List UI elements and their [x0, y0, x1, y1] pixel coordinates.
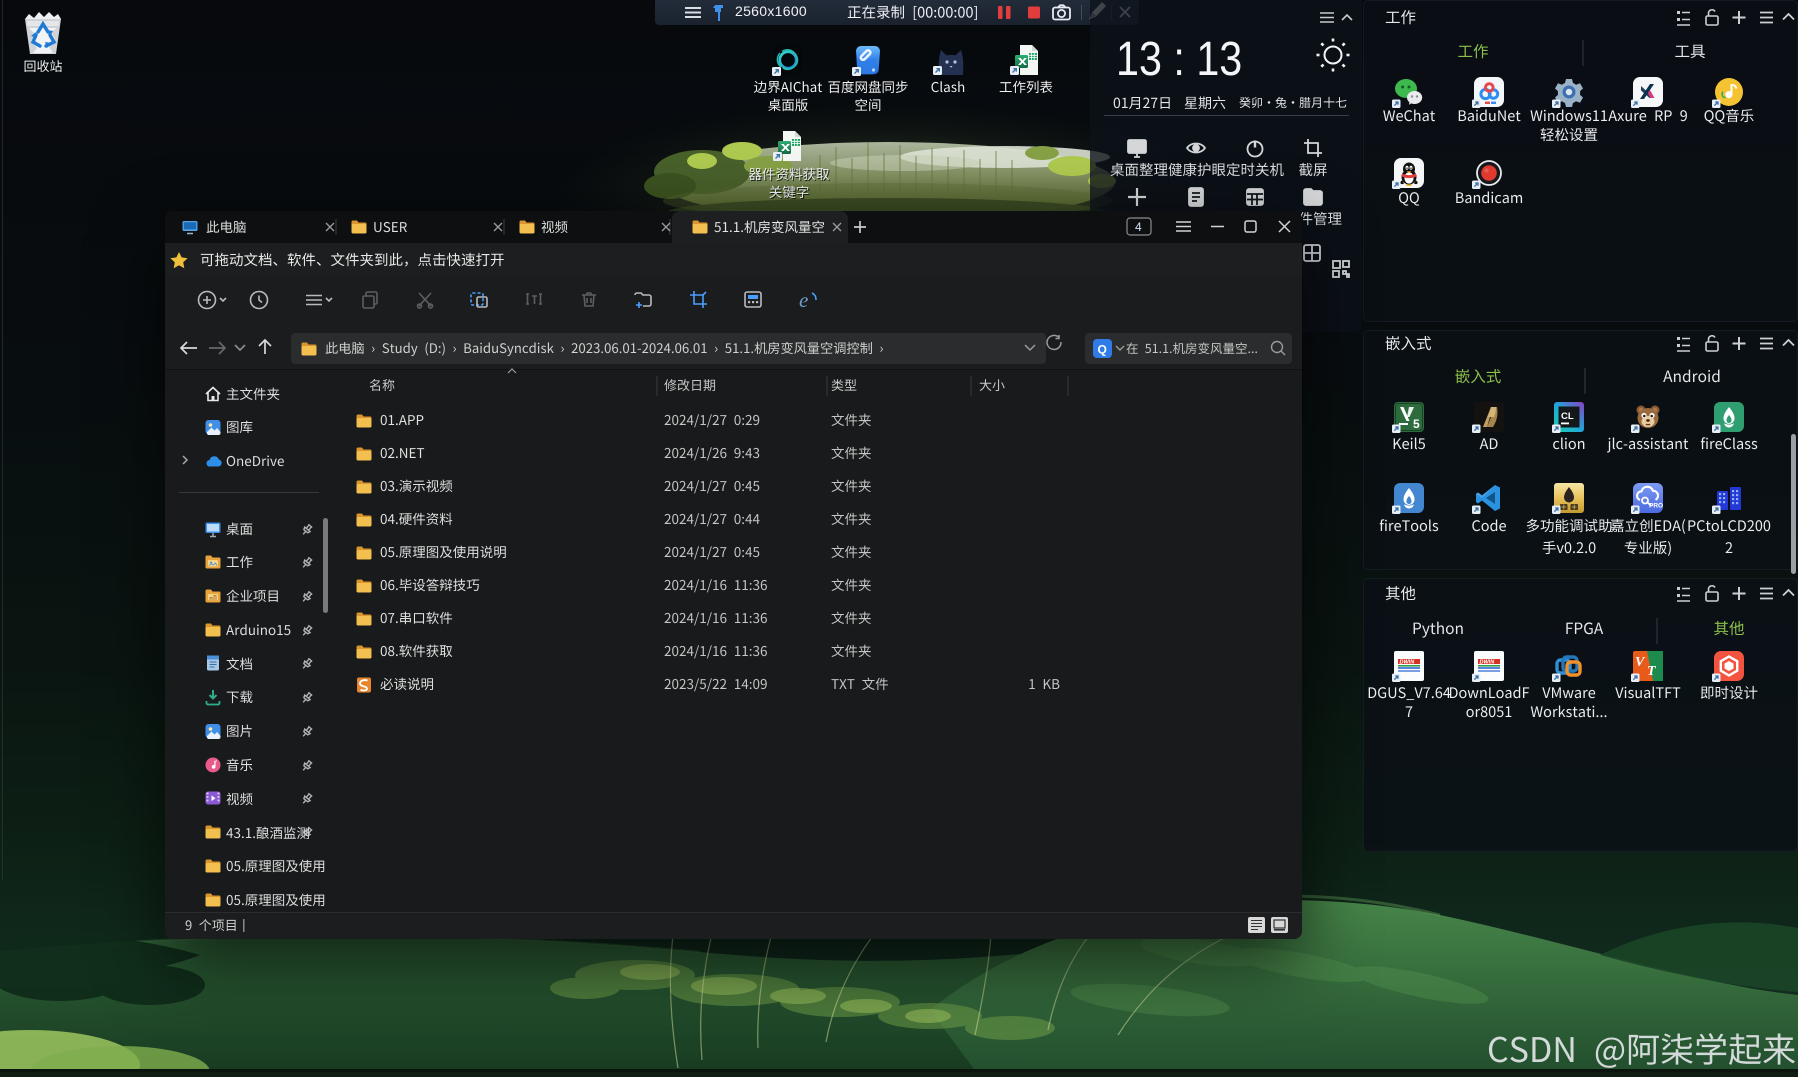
svg-text:T: T: [1647, 664, 1657, 679]
svg-text:CL: CL: [1561, 411, 1574, 422]
svg-text:DWIN: DWIN: [1480, 660, 1496, 666]
svg-text:PRO: PRO: [1649, 503, 1663, 510]
svg-text:DWIN: DWIN: [1400, 660, 1416, 666]
svg-text:e: e: [799, 288, 808, 312]
svg-text:5: 5: [1413, 417, 1420, 431]
